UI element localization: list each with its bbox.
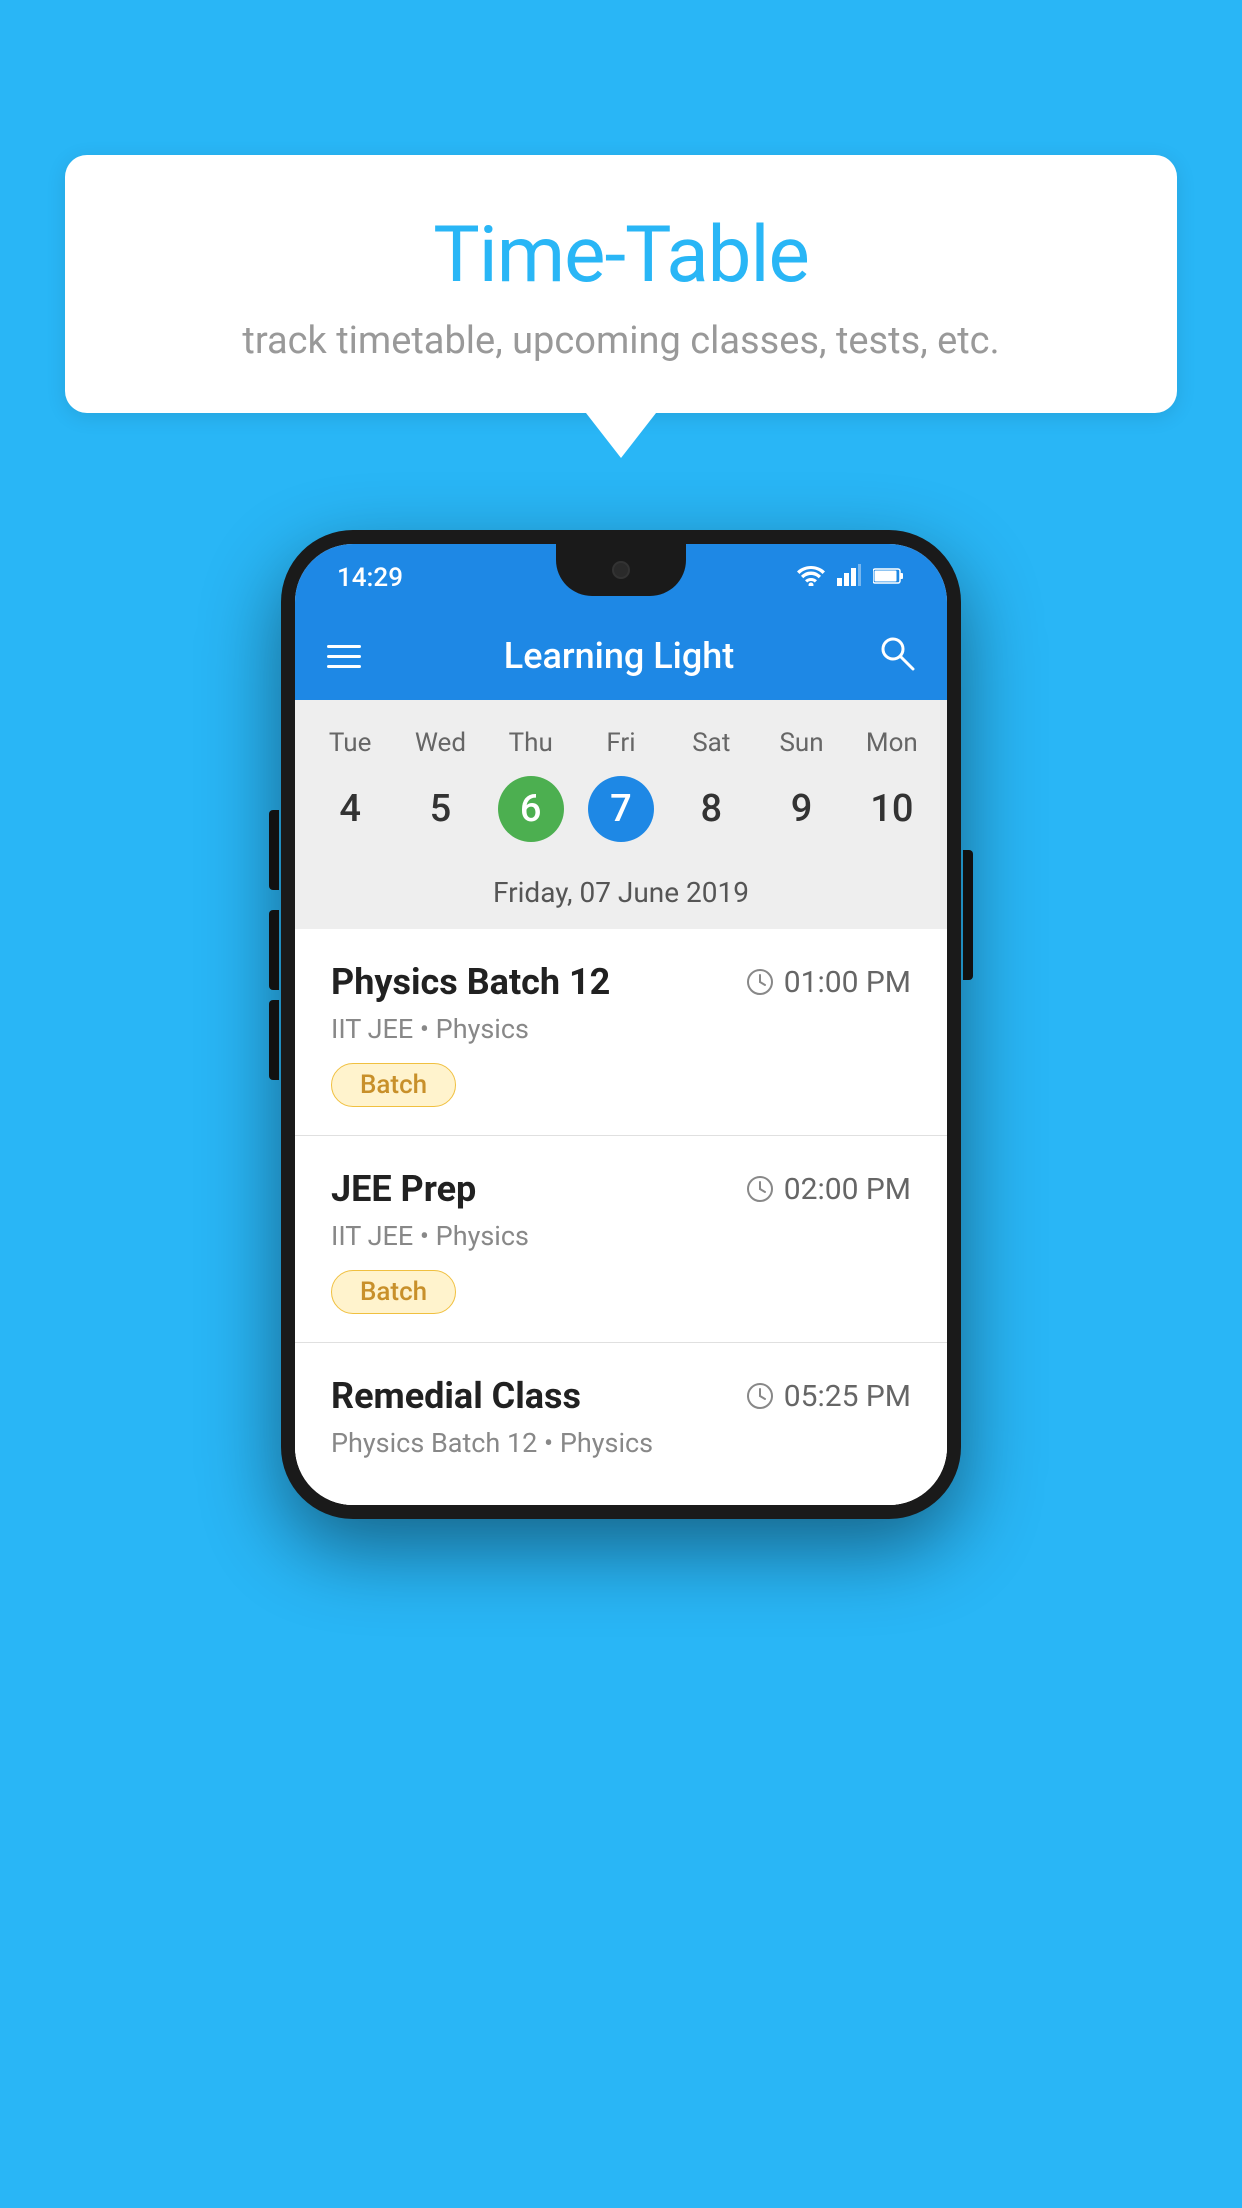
batch-badge-2: Batch bbox=[331, 1270, 456, 1314]
speech-bubble-arrow bbox=[586, 413, 656, 458]
app-title: Learning Light bbox=[391, 635, 847, 677]
date-cell-10[interactable]: 10 bbox=[847, 766, 937, 852]
status-icons bbox=[797, 564, 905, 592]
signal-icon bbox=[837, 564, 861, 592]
battery-icon bbox=[873, 566, 905, 591]
app-bar: Learning Light bbox=[295, 612, 947, 700]
dates-row: 4 5 6 7 8 9 10 bbox=[295, 766, 947, 866]
phone-mockup: 14:29 bbox=[281, 530, 961, 1519]
schedule-item-3-time: 05:25 PM bbox=[746, 1379, 911, 1414]
batch-badge-1: Batch bbox=[331, 1063, 456, 1107]
date-cell-7[interactable]: 7 bbox=[576, 766, 666, 852]
schedule-item-1-sub: IIT JEE • Physics bbox=[331, 1013, 911, 1045]
schedule-item-2-sub: IIT JEE • Physics bbox=[331, 1220, 911, 1252]
schedule-item-1[interactable]: Physics Batch 12 01:00 PM IIT JEE • Phys… bbox=[295, 929, 947, 1136]
calendar-strip: Tue Wed Thu Fri Sat Sun Mon 4 5 6 7 8 9 … bbox=[295, 700, 947, 929]
schedule-item-3-sub: Physics Batch 12 • Physics bbox=[331, 1427, 911, 1459]
date-cell-6[interactable]: 6 bbox=[486, 766, 576, 852]
schedule-item-1-header: Physics Batch 12 01:00 PM bbox=[331, 961, 911, 1003]
schedule-item-3[interactable]: Remedial Class 05:25 PM Physics Batch 12… bbox=[295, 1343, 947, 1505]
date-cell-5[interactable]: 5 bbox=[395, 766, 485, 852]
schedule-item-2-title: JEE Prep bbox=[331, 1168, 476, 1210]
date-num-10: 10 bbox=[859, 776, 925, 842]
hamburger-menu-icon[interactable] bbox=[327, 645, 361, 668]
clock-icon-2 bbox=[746, 1175, 774, 1203]
day-label-mon: Mon bbox=[847, 720, 937, 766]
date-num-7-selected: 7 bbox=[588, 776, 654, 842]
speech-bubble-title: Time-Table bbox=[125, 210, 1117, 301]
phone-frame: 14:29 bbox=[281, 530, 961, 1519]
day-label-wed: Wed bbox=[395, 720, 485, 766]
speech-bubble-subtitle: track timetable, upcoming classes, tests… bbox=[125, 319, 1117, 363]
clock-icon-3 bbox=[746, 1382, 774, 1410]
schedule-item-2[interactable]: JEE Prep 02:00 PM IIT JEE • Physics Batc… bbox=[295, 1136, 947, 1343]
day-label-sun: Sun bbox=[756, 720, 846, 766]
date-cell-8[interactable]: 8 bbox=[666, 766, 756, 852]
schedule-item-2-header: JEE Prep 02:00 PM bbox=[331, 1168, 911, 1210]
speech-bubble-container: Time-Table track timetable, upcoming cla… bbox=[65, 155, 1177, 458]
date-num-5: 5 bbox=[407, 776, 473, 842]
date-num-8: 8 bbox=[678, 776, 744, 842]
schedule-item-1-title: Physics Batch 12 bbox=[331, 961, 610, 1003]
wifi-icon bbox=[797, 564, 825, 592]
schedule-item-2-time: 02:00 PM bbox=[746, 1172, 911, 1207]
status-bar: 14:29 bbox=[295, 544, 947, 612]
clock-icon-1 bbox=[746, 968, 774, 996]
day-label-fri: Fri bbox=[576, 720, 666, 766]
date-cell-9[interactable]: 9 bbox=[756, 766, 846, 852]
days-row: Tue Wed Thu Fri Sat Sun Mon bbox=[295, 720, 947, 766]
date-cell-4[interactable]: 4 bbox=[305, 766, 395, 852]
day-label-sat: Sat bbox=[666, 720, 756, 766]
day-label-thu: Thu bbox=[486, 720, 576, 766]
selected-date-label: Friday, 07 June 2019 bbox=[295, 866, 947, 929]
schedule-item-1-time: 01:00 PM bbox=[746, 965, 911, 1000]
date-num-9: 9 bbox=[769, 776, 835, 842]
notch-camera bbox=[612, 561, 630, 579]
date-num-6-today: 6 bbox=[498, 776, 564, 842]
speech-bubble: Time-Table track timetable, upcoming cla… bbox=[65, 155, 1177, 413]
day-label-tue: Tue bbox=[305, 720, 395, 766]
schedule-item-3-header: Remedial Class 05:25 PM bbox=[331, 1375, 911, 1417]
date-num-4: 4 bbox=[317, 776, 383, 842]
search-icon[interactable] bbox=[877, 633, 915, 680]
schedule-list: Physics Batch 12 01:00 PM IIT JEE • Phys… bbox=[295, 929, 947, 1505]
notch bbox=[556, 544, 686, 596]
status-time: 14:29 bbox=[337, 563, 403, 593]
phone-screen: 14:29 bbox=[295, 544, 947, 1505]
schedule-item-3-title: Remedial Class bbox=[331, 1375, 581, 1417]
